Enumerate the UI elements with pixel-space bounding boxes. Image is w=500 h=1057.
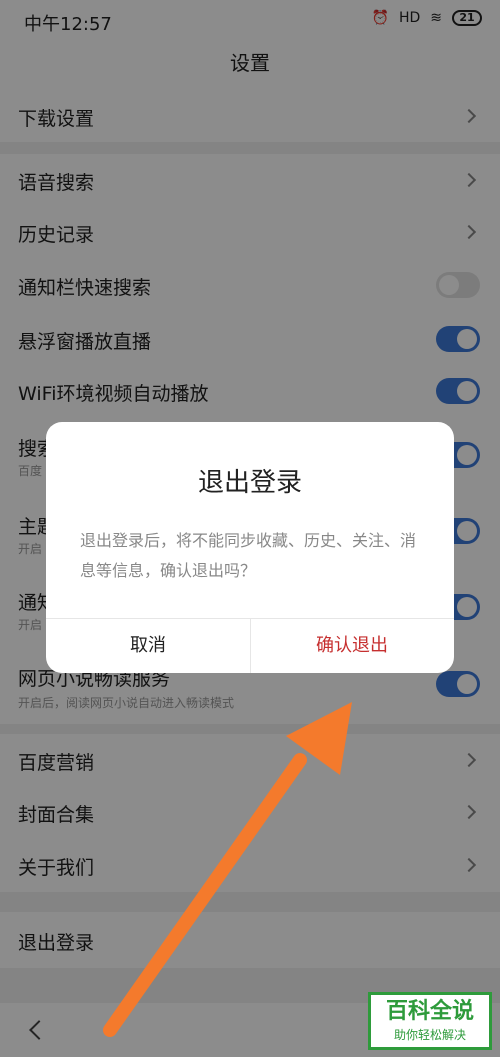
annotation-arrow — [103, 702, 352, 1037]
arrow-shaft — [103, 753, 307, 1037]
watermark-logo: 百科全说 助你轻松解决 — [368, 992, 492, 1050]
watermark-subtitle: 助你轻松解决 — [393, 1028, 466, 1042]
watermark-title: 百科全说 — [385, 999, 474, 1024]
